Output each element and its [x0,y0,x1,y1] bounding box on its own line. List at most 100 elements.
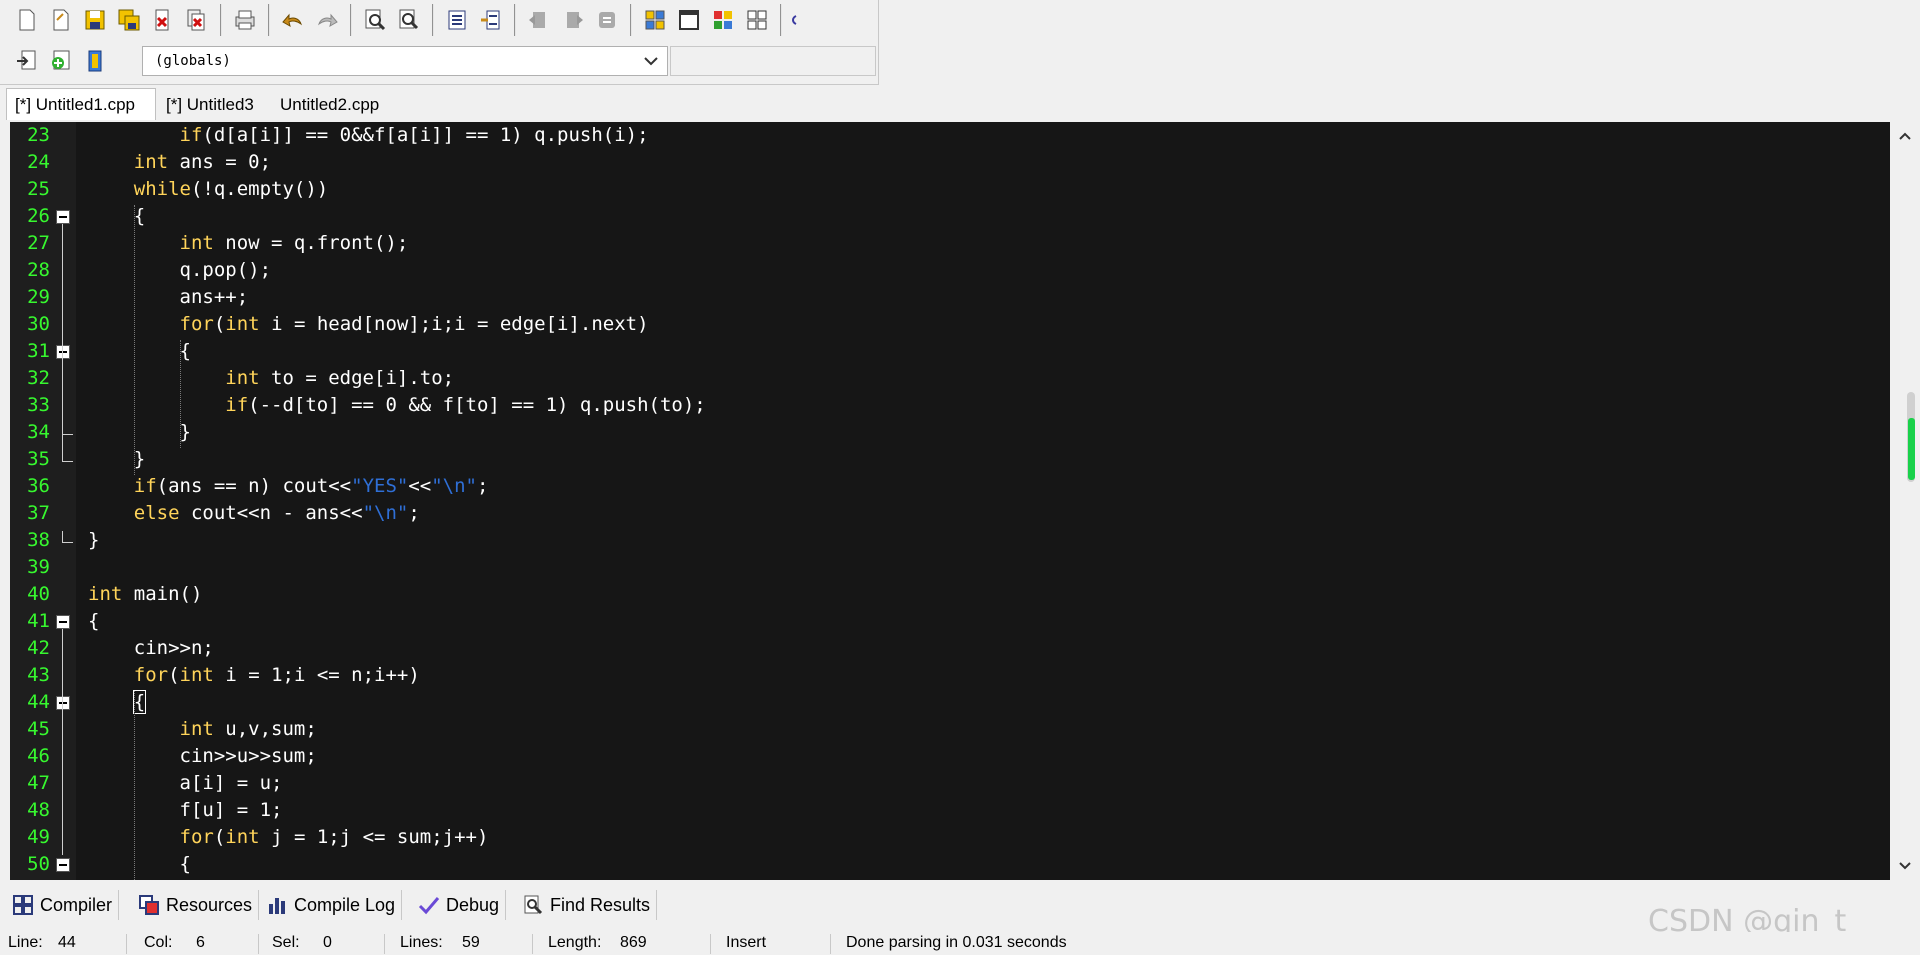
code-line[interactable]: q.pop(); [76,257,1890,284]
unindent-icon[interactable] [476,5,506,35]
code-text: for(int j = 1;j <= sum;j++) [88,824,489,851]
tab-resources[interactable]: Resources [132,890,260,920]
code-line[interactable]: int ans = 0; [76,149,1890,176]
code-text: int to = edge[i].to; [88,365,454,392]
keyword-token: int [225,826,260,848]
secondary-toolbar [4,42,118,80]
tab-untitled1[interactable]: [*] Untitled1.cpp [6,88,156,120]
code-line[interactable]: int to = edge[i].to; [76,365,1890,392]
gutter-row: 41 [10,608,76,635]
code-line[interactable]: } [76,527,1890,554]
scroll-up-icon[interactable] [1897,128,1913,144]
code-line[interactable]: while(!q.empty()) [76,176,1890,203]
code-line[interactable]: cin>>u>>sum; [76,743,1890,770]
code-line[interactable] [76,554,1890,581]
undo-icon[interactable] [278,5,308,35]
add-to-project-icon[interactable] [46,46,76,76]
fold-toggle-icon[interactable] [56,615,70,629]
code-line[interactable]: if(--d[to] == 0 && f[to] == 1) q.push(to… [76,392,1890,419]
code-area[interactable]: if(d[a[i]] == 0&&f[a[i]] == 1) q.push(i)… [76,122,1890,880]
code-line[interactable]: for(int i = head[now];i;i = edge[i].next… [76,311,1890,338]
tab-untitled2[interactable]: Untitled2.cpp [272,90,394,120]
code-editor[interactable]: if(d[a[i]] == 0&&f[a[i]] == 1) q.push(i)… [10,122,1890,880]
compiler-grid-icon [13,895,33,915]
code-line[interactable]: int u,v,sum; [76,716,1890,743]
replace-icon[interactable] [394,5,424,35]
scroll-down-icon[interactable] [1897,858,1913,874]
code-token: main() [122,583,203,605]
code-token: ( [213,313,226,335]
save-icon[interactable] [80,5,110,35]
gutter-row: 43 [10,662,76,689]
new-file-icon[interactable] [12,5,42,35]
code-line[interactable]: for(int i = 1;i <= n;i++) [76,662,1890,689]
toggle-bookmark-icon[interactable] [592,5,622,35]
fold-toggle-icon[interactable] [56,345,70,359]
code-line[interactable]: { [76,851,1890,878]
code-text: cin>>u>>sum; [88,743,317,770]
print-icon[interactable] [230,5,260,35]
line-number: 34 [27,421,50,443]
keyword-token: if [225,394,249,416]
code-line[interactable]: { [76,203,1890,230]
remove-from-project-icon[interactable] [80,46,110,76]
fold-toggle-icon[interactable] [56,858,70,872]
code-line[interactable]: } [76,446,1890,473]
code-line[interactable]: { [76,608,1890,635]
grid-icon[interactable] [742,5,772,35]
keyword-token: else [133,502,180,524]
code-line[interactable]: else cout<<n - ans<<"\n"; [76,500,1890,527]
code-text: f[u] = 1; [88,797,283,824]
indent-guide [133,691,136,880]
indent-icon[interactable] [442,5,472,35]
bookmark-next-icon[interactable] [558,5,588,35]
window-icon[interactable] [674,5,704,35]
save-all-icon[interactable] [114,5,144,35]
code-line[interactable]: } [76,419,1890,446]
code-line[interactable]: { [76,689,1890,716]
fold-toggle-icon[interactable] [56,210,70,224]
code-line[interactable]: a[i] = u; [76,770,1890,797]
tab-compile-log[interactable]: Compile Log [260,890,403,920]
line-number: 45 [27,718,50,740]
insert-icon[interactable] [12,46,42,76]
tab-untitled3[interactable]: [*] Untitled3 [158,90,270,120]
code-token: } [88,529,100,551]
tab-compiler[interactable]: Compiler [6,890,120,920]
open-file-icon[interactable] [46,5,76,35]
code-token: ( [168,664,180,686]
code-line[interactable]: for(int j = 1;j <= sum;j++) [76,824,1890,851]
project-icon[interactable] [640,5,670,35]
code-token: { [88,853,191,875]
code-token: } [88,448,146,470]
tab-debug[interactable]: Debug [412,890,507,920]
gutter-row: 49 [10,824,76,851]
close-all-icon[interactable] [182,5,212,35]
code-line[interactable]: int main() [76,581,1890,608]
code-line[interactable]: cin>>n; [76,635,1890,662]
scope-combo[interactable]: (globals) [142,46,668,76]
line-number: 49 [27,826,50,848]
redo-icon[interactable] [312,5,342,35]
overflow-icon[interactable] [790,5,798,35]
code-line[interactable]: ans++; [76,284,1890,311]
status-length-value: 869 [620,934,647,951]
class-browser-icon[interactable] [708,5,738,35]
bookmark-prev-icon[interactable] [524,5,554,35]
code-line[interactable]: f[u] = 1; [76,797,1890,824]
code-line[interactable]: if(ans == n) cout<<"YES"<<"\n"; [76,473,1890,500]
gutter-row: 42 [10,635,76,662]
vertical-scrollbar[interactable] [1890,122,1920,880]
keyword-token: for [179,826,214,848]
member-combo[interactable] [670,46,876,76]
tab-find-results[interactable]: Find Results [516,890,658,920]
code-line[interactable]: if(d[a[i]] == 0&&f[a[i]] == 1) q.push(i)… [76,122,1890,149]
close-icon[interactable] [148,5,178,35]
code-line[interactable]: { [76,338,1890,365]
fold-toggle-icon[interactable] [56,696,70,710]
keyword-token: int [179,232,214,254]
code-token: { [88,610,100,632]
find-icon[interactable] [360,5,390,35]
code-line[interactable]: int now = q.front(); [76,230,1890,257]
gutter-row: 32 [10,365,76,392]
